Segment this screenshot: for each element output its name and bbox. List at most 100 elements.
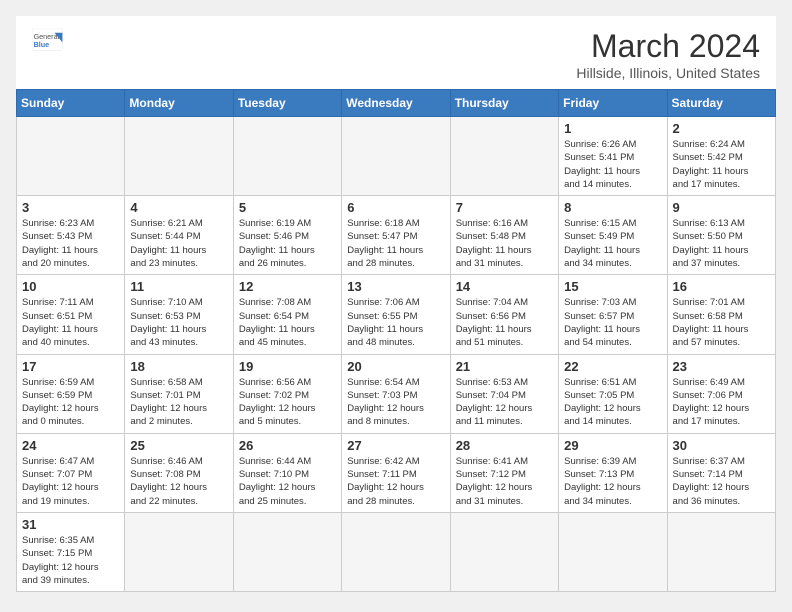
- day-number: 17: [22, 359, 119, 374]
- day-info: Sunrise: 6:56 AMSunset: 7:02 PMDaylight:…: [239, 376, 336, 429]
- day-cell: 26 Sunrise: 6:44 AMSunset: 7:10 PMDayligh…: [233, 433, 341, 512]
- day-info: Sunrise: 6:47 AMSunset: 7:07 PMDaylight:…: [22, 455, 119, 508]
- day-cell: [125, 512, 233, 591]
- month-title: March 2024: [576, 28, 760, 65]
- day-number: 26: [239, 438, 336, 453]
- day-info: Sunrise: 6:19 AMSunset: 5:46 PMDaylight:…: [239, 217, 336, 270]
- day-info: Sunrise: 7:06 AMSunset: 6:55 PMDaylight:…: [347, 296, 444, 349]
- day-number: 2: [673, 121, 770, 136]
- day-cell: [233, 117, 341, 196]
- day-info: Sunrise: 6:26 AMSunset: 5:41 PMDaylight:…: [564, 138, 661, 191]
- day-info: Sunrise: 6:41 AMSunset: 7:12 PMDaylight:…: [456, 455, 553, 508]
- day-info: Sunrise: 6:49 AMSunset: 7:06 PMDaylight:…: [673, 376, 770, 429]
- day-info: Sunrise: 7:03 AMSunset: 6:57 PMDaylight:…: [564, 296, 661, 349]
- day-info: Sunrise: 6:58 AMSunset: 7:01 PMDaylight:…: [130, 376, 227, 429]
- day-number: 22: [564, 359, 661, 374]
- day-cell: 5Sunrise: 6:19 AMSunset: 5:46 PMDaylight…: [233, 196, 341, 275]
- day-cell: 4Sunrise: 6:21 AMSunset: 5:44 PMDaylight…: [125, 196, 233, 275]
- week-row-3: 17Sunrise: 6:59 AMSunset: 6:59 PMDayligh…: [17, 354, 776, 433]
- day-cell: 25 Sunrise: 6:46 AMSunset: 7:08 PMDayligh…: [125, 433, 233, 512]
- day-cell: 14Sunrise: 7:04 AMSunset: 6:56 PMDayligh…: [450, 275, 558, 354]
- weekday-header-sunday: Sunday: [17, 90, 125, 117]
- day-info: Sunrise: 6:51 AMSunset: 7:05 PMDaylight:…: [564, 376, 661, 429]
- day-cell: 6Sunrise: 6:18 AMSunset: 5:47 PMDaylight…: [342, 196, 450, 275]
- weekday-header-tuesday: Tuesday: [233, 90, 341, 117]
- title-block: March 2024 Hillside, Illinois, United St…: [576, 28, 760, 81]
- day-number: 4: [130, 200, 227, 215]
- day-cell: [667, 512, 775, 591]
- day-cell: 16Sunrise: 7:01 AMSunset: 6:58 PMDayligh…: [667, 275, 775, 354]
- day-cell: 28Sunrise: 6:41 AMSunset: 7:12 PMDayligh…: [450, 433, 558, 512]
- day-info: Sunrise: 7:01 AMSunset: 6:58 PMDaylight:…: [673, 296, 770, 349]
- day-cell: 20Sunrise: 6:54 AMSunset: 7:03 PMDayligh…: [342, 354, 450, 433]
- week-row-4: 24Sunrise: 6:47 AMSunset: 7:07 PMDayligh…: [17, 433, 776, 512]
- day-info: Sunrise: 6:53 AMSunset: 7:04 PMDaylight:…: [456, 376, 553, 429]
- week-row-0: 1 Sunrise: 6:26 AMSunset: 5:41 PMDaylight…: [17, 117, 776, 196]
- day-number: 19: [239, 359, 336, 374]
- day-cell: 29Sunrise: 6:39 AMSunset: 7:13 PMDayligh…: [559, 433, 667, 512]
- weekday-header-monday: Monday: [125, 90, 233, 117]
- calendar-header: General Blue March 2024 Hillside, Illino…: [16, 16, 776, 89]
- day-cell: 23 Sunrise: 6:49 AMSunset: 7:06 PMDayligh…: [667, 354, 775, 433]
- weekday-header-thursday: Thursday: [450, 90, 558, 117]
- day-cell: [450, 117, 558, 196]
- day-info: Sunrise: 6:44 AMSunset: 7:10 PMDaylight:…: [239, 455, 336, 508]
- day-cell: [17, 117, 125, 196]
- day-info: Sunrise: 6:23 AMSunset: 5:43 PMDaylight:…: [22, 217, 119, 270]
- day-number: 31: [22, 517, 119, 532]
- day-info: Sunrise: 6:13 AMSunset: 5:50 PMDaylight:…: [673, 217, 770, 270]
- day-number: 25: [130, 438, 227, 453]
- day-cell: 15 Sunrise: 7:03 AMSunset: 6:57 PMDayligh…: [559, 275, 667, 354]
- day-cell: 2 Sunrise: 6:24 AMSunset: 5:42 PMDaylight…: [667, 117, 775, 196]
- day-cell: [450, 512, 558, 591]
- week-row-1: 3 Sunrise: 6:23 AMSunset: 5:43 PMDaylight…: [17, 196, 776, 275]
- day-info: Sunrise: 6:15 AMSunset: 5:49 PMDaylight:…: [564, 217, 661, 270]
- weekday-header-friday: Friday: [559, 90, 667, 117]
- day-info: Sunrise: 6:16 AMSunset: 5:48 PMDaylight:…: [456, 217, 553, 270]
- day-info: Sunrise: 7:10 AMSunset: 6:53 PMDaylight:…: [130, 296, 227, 349]
- day-cell: 10Sunrise: 7:11 AMSunset: 6:51 PMDayligh…: [17, 275, 125, 354]
- day-number: 8: [564, 200, 661, 215]
- day-cell: 9 Sunrise: 6:13 AMSunset: 5:50 PMDaylight…: [667, 196, 775, 275]
- logo-icon: General Blue: [32, 28, 64, 52]
- day-cell: 31 Sunrise: 6:35 AMSunset: 7:15 PMDayligh…: [17, 512, 125, 591]
- day-cell: 27 Sunrise: 6:42 AMSunset: 7:11 PMDayligh…: [342, 433, 450, 512]
- day-info: Sunrise: 6:46 AMSunset: 7:08 PMDaylight:…: [130, 455, 227, 508]
- day-cell: 19 Sunrise: 6:56 AMSunset: 7:02 PMDayligh…: [233, 354, 341, 433]
- day-info: Sunrise: 6:37 AMSunset: 7:14 PMDaylight:…: [673, 455, 770, 508]
- day-cell: 13 Sunrise: 7:06 AMSunset: 6:55 PMDayligh…: [342, 275, 450, 354]
- day-cell: 3 Sunrise: 6:23 AMSunset: 5:43 PMDaylight…: [17, 196, 125, 275]
- day-info: Sunrise: 7:08 AMSunset: 6:54 PMDaylight:…: [239, 296, 336, 349]
- weekday-header-row: SundayMondayTuesdayWednesdayThursdayFrid…: [17, 90, 776, 117]
- day-cell: 24Sunrise: 6:47 AMSunset: 7:07 PMDayligh…: [17, 433, 125, 512]
- day-cell: 17Sunrise: 6:59 AMSunset: 6:59 PMDayligh…: [17, 354, 125, 433]
- day-number: 15: [564, 279, 661, 294]
- day-number: 3: [22, 200, 119, 215]
- calendar-page: General Blue March 2024 Hillside, Illino…: [16, 16, 776, 592]
- day-cell: 11Sunrise: 7:10 AMSunset: 6:53 PMDayligh…: [125, 275, 233, 354]
- day-number: 12: [239, 279, 336, 294]
- day-number: 27: [347, 438, 444, 453]
- day-number: 9: [673, 200, 770, 215]
- day-info: Sunrise: 7:11 AMSunset: 6:51 PMDaylight:…: [22, 296, 119, 349]
- location: Hillside, Illinois, United States: [576, 65, 760, 81]
- day-cell: 8 Sunrise: 6:15 AMSunset: 5:49 PMDaylight…: [559, 196, 667, 275]
- weekday-header-wednesday: Wednesday: [342, 90, 450, 117]
- day-number: 1: [564, 121, 661, 136]
- day-cell: [233, 512, 341, 591]
- day-info: Sunrise: 6:24 AMSunset: 5:42 PMDaylight:…: [673, 138, 770, 191]
- weekday-header-saturday: Saturday: [667, 90, 775, 117]
- day-cell: 21Sunrise: 6:53 AMSunset: 7:04 PMDayligh…: [450, 354, 558, 433]
- day-info: Sunrise: 6:35 AMSunset: 7:15 PMDaylight:…: [22, 534, 119, 587]
- day-cell: 30 Sunrise: 6:37 AMSunset: 7:14 PMDayligh…: [667, 433, 775, 512]
- day-number: 13: [347, 279, 444, 294]
- day-cell: [342, 117, 450, 196]
- day-number: 30: [673, 438, 770, 453]
- calendar-table: SundayMondayTuesdayWednesdayThursdayFrid…: [16, 89, 776, 592]
- day-info: Sunrise: 6:42 AMSunset: 7:11 PMDaylight:…: [347, 455, 444, 508]
- day-number: 23: [673, 359, 770, 374]
- day-number: 18: [130, 359, 227, 374]
- day-cell: 22 Sunrise: 6:51 AMSunset: 7:05 PMDayligh…: [559, 354, 667, 433]
- day-cell: [125, 117, 233, 196]
- day-number: 14: [456, 279, 553, 294]
